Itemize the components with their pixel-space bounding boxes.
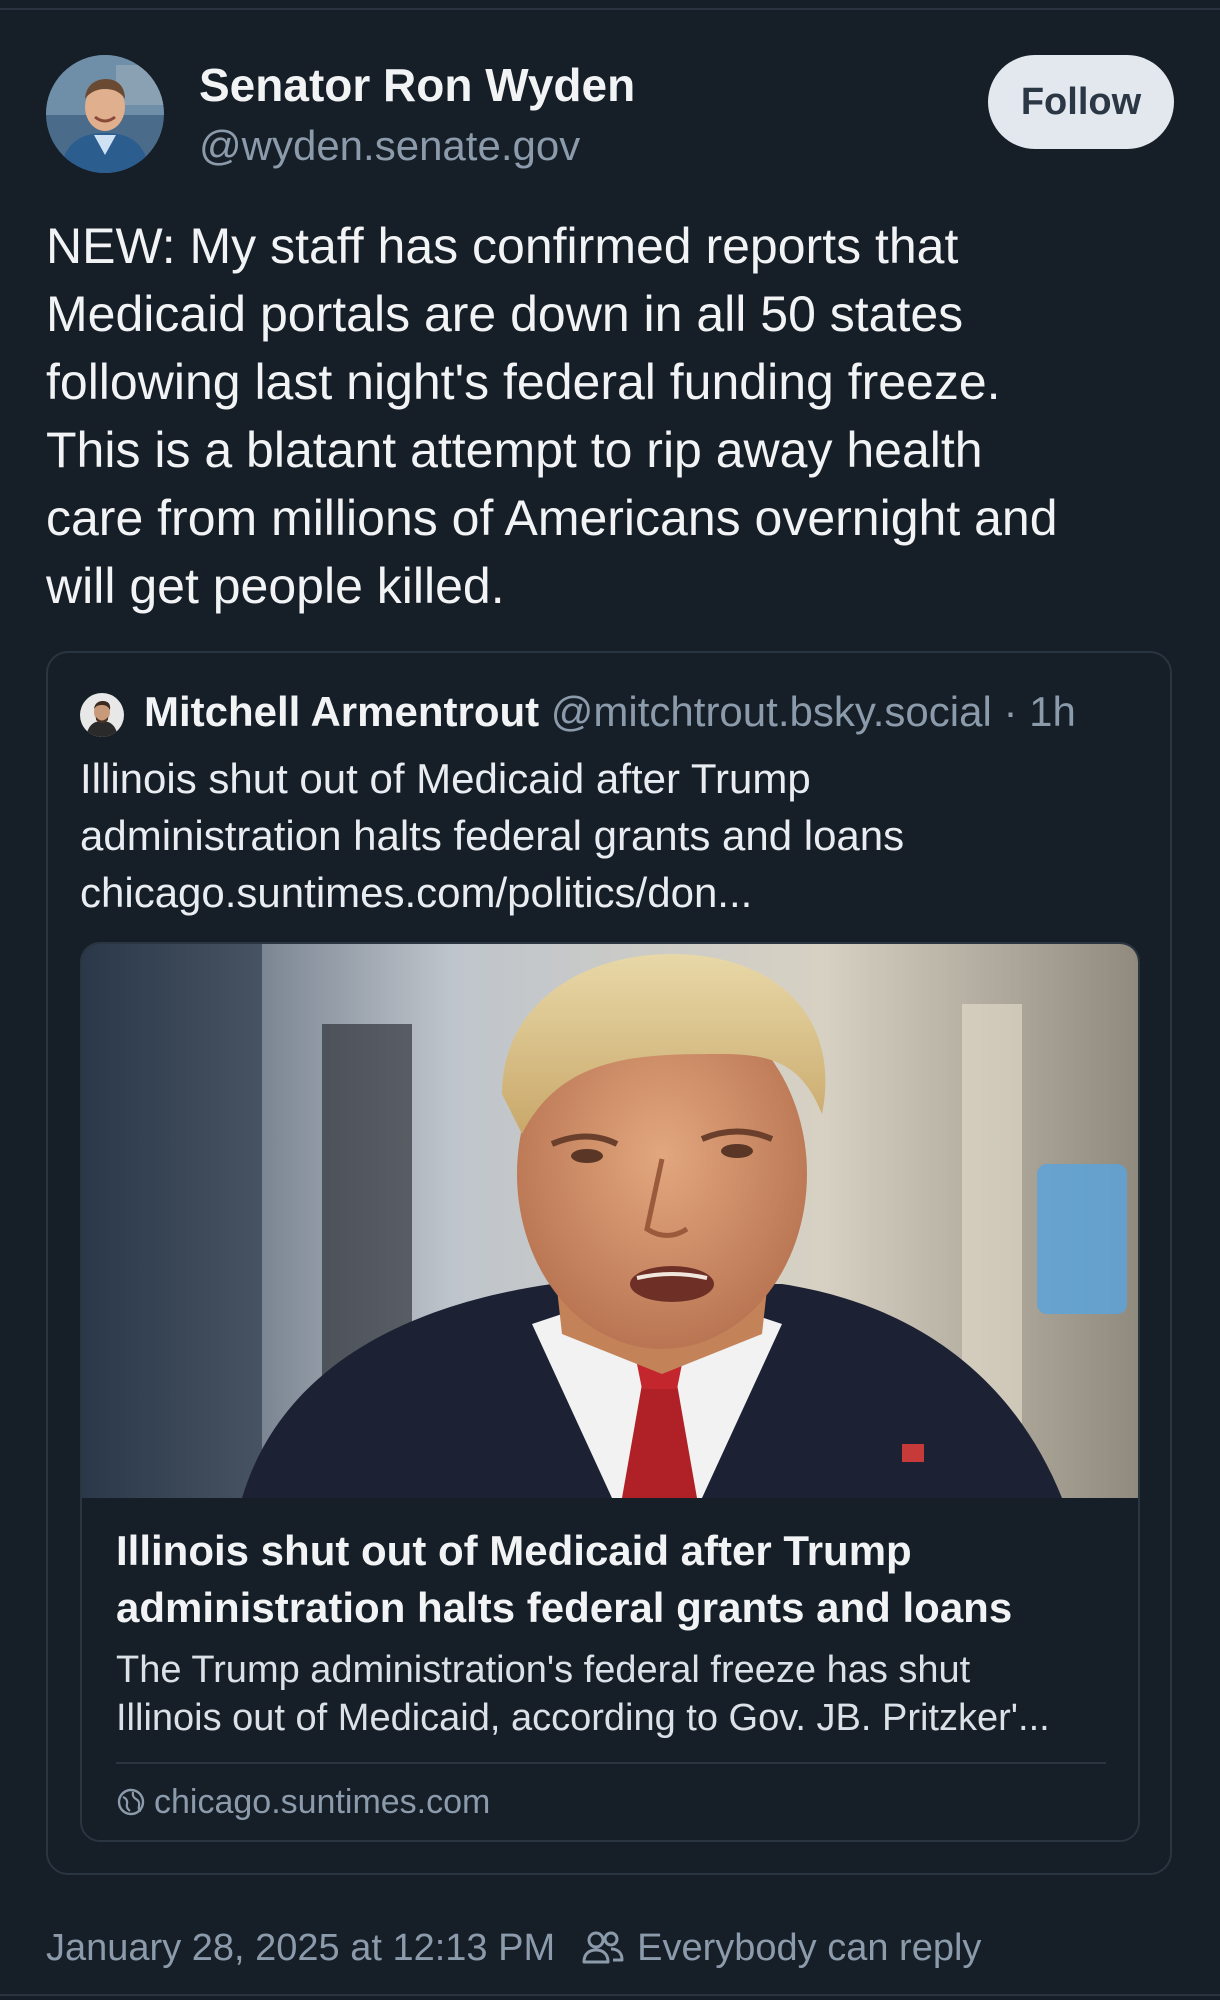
link-domain[interactable]: chicago.suntimes.com (116, 1780, 490, 1824)
link-domain-text: chicago.suntimes.com (154, 1782, 491, 1821)
reply-setting[interactable]: Everybody can reply (581, 1927, 981, 1970)
reply-setting-label: Everybody can reply (637, 1926, 982, 1969)
link-divider (116, 1762, 1106, 1764)
bottom-divider (0, 1994, 1220, 1996)
link-preview-card[interactable]: Illinois shut out of Medicaid after Trum… (80, 942, 1140, 1842)
quote-author-avatar[interactable] (80, 693, 124, 737)
people-icon (582, 1931, 624, 1964)
quote-author-name[interactable]: Mitchell Armentrout (144, 688, 539, 735)
quote-text: Illinois shut out of Medicaid after Trum… (80, 755, 905, 916)
post-footer: January 28, 2025 at 12:13 PM Everybody c… (46, 1920, 981, 1976)
quote-separator: · (1003, 688, 1018, 735)
quote-author-handle[interactable]: @mitchtrout.bsky.social (551, 688, 992, 735)
post: Senator Ron Wyden @wyden.senate.gov Foll… (0, 0, 1220, 2000)
author-handle[interactable]: @wyden.senate.gov (199, 122, 580, 170)
author-avatar[interactable] (46, 55, 164, 173)
post-text: NEW: My staff has confirmed reports that… (46, 218, 1058, 614)
link-preview-image (82, 944, 1138, 1498)
globe-icon (117, 1788, 145, 1816)
author-name[interactable]: Senator Ron Wyden (199, 58, 635, 112)
link-title[interactable]: Illinois shut out of Medicaid after Trum… (116, 1522, 1106, 1636)
post-timestamp[interactable]: January 28, 2025 at 12:13 PM (46, 1927, 555, 1970)
link-description: The Trump administration's federal freez… (116, 1649, 1050, 1739)
follow-button[interactable]: Follow (988, 55, 1174, 149)
quote-header: Mitchell Armentrout @mitchtrout.bsky.soc… (144, 688, 1076, 736)
quote-time: 1h (1029, 688, 1076, 735)
